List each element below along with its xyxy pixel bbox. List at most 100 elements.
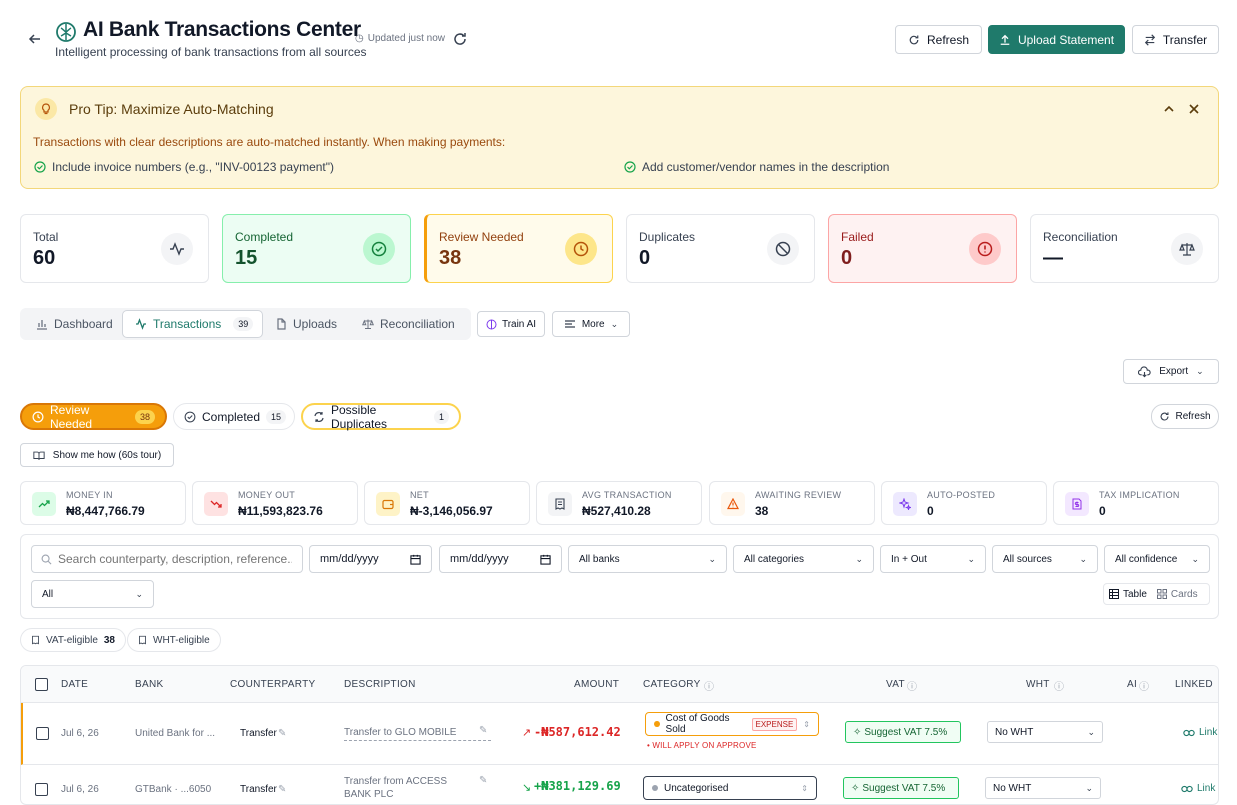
tag-count: 38: [103, 634, 115, 646]
row-wht-select[interactable]: No WHT ⌄: [987, 721, 1103, 743]
row-checkbox[interactable]: [35, 783, 48, 796]
tab-reconciliation[interactable]: Reconciliation: [350, 310, 467, 338]
more-menu-button[interactable]: More ⌄: [552, 311, 630, 337]
summary-card-total[interactable]: Total 60: [20, 214, 209, 283]
receipt-icon: [31, 635, 40, 645]
check-circle-icon: [363, 233, 395, 265]
filter-pill-review-needed[interactable]: Review Needed 38: [20, 403, 167, 431]
row-description[interactable]: Transfer from ACCESS BANK PLC: [344, 775, 454, 801]
sliders-icon: [564, 318, 576, 330]
clock-icon: ◷: [355, 33, 364, 44]
row-link-button[interactable]: Link: [1183, 727, 1217, 738]
bank-select[interactable]: All banks ⌄: [568, 545, 727, 573]
refresh-icon[interactable]: [452, 31, 468, 47]
link-icon: [1181, 784, 1193, 794]
alert-circle-icon: [969, 233, 1001, 265]
table-row[interactable]: Jul 6, 26 United Bank for ... Transfer ✎…: [21, 703, 1218, 765]
source-select[interactable]: All sources ⌄: [992, 545, 1098, 573]
ban-icon: [767, 233, 799, 265]
train-ai-button[interactable]: Train AI: [477, 311, 545, 337]
stat-value: ₦8,447,766.79: [66, 504, 145, 518]
filter-pill-duplicates[interactable]: Possible Duplicates 1: [301, 403, 461, 431]
column-header-description[interactable]: DESCRIPTION: [344, 679, 416, 690]
calendar-icon: [540, 554, 551, 565]
row-category-select[interactable]: Uncategorised ⇕: [643, 776, 817, 800]
row-checkbox[interactable]: [36, 727, 49, 740]
direction-select-value: In + Out: [891, 553, 927, 565]
category-select[interactable]: All categories ⌄: [733, 545, 874, 573]
receipt-icon: [548, 492, 572, 516]
date-from-input[interactable]: mm/dd/yyyy: [309, 545, 432, 573]
view-table-button[interactable]: Table: [1104, 584, 1152, 604]
row-vat-suggestion[interactable]: ✧ Suggest VAT 7.5%: [845, 721, 961, 743]
row-vat-suggestion[interactable]: ✧ Suggest VAT 7.5%: [843, 777, 959, 799]
tab-uploads[interactable]: Uploads: [263, 310, 349, 338]
summary-card-reconciliation[interactable]: Reconciliation —: [1030, 214, 1219, 283]
close-icon[interactable]: [1187, 102, 1201, 116]
chevron-up-icon[interactable]: [1162, 102, 1176, 116]
pencil-icon[interactable]: ✎: [278, 728, 286, 739]
tab-dashboard[interactable]: Dashboard: [24, 310, 125, 338]
status-select[interactable]: All ⌄: [31, 580, 154, 608]
stat-value: 0: [927, 504, 934, 518]
stat-awaiting-review: AWAITING REVIEW 38: [709, 481, 875, 525]
column-header-vat[interactable]: VAT: [886, 679, 905, 690]
row-counterparty[interactable]: Transfer: [240, 728, 277, 739]
pencil-icon[interactable]: ✎: [479, 775, 487, 786]
refresh-small-button[interactable]: Refresh: [1151, 404, 1219, 429]
refresh-icon: [1159, 411, 1170, 422]
select-all-checkbox[interactable]: [35, 678, 48, 691]
stat-label: AWAITING REVIEW: [755, 490, 842, 500]
transfer-button[interactable]: Transfer: [1132, 25, 1219, 54]
export-button[interactable]: Export ⌄: [1123, 359, 1219, 384]
row-category-select[interactable]: Cost of Goods Sold EXPENSE ⇕: [645, 712, 819, 736]
category-value: Cost of Goods Sold: [665, 713, 730, 735]
clock-icon: [32, 411, 44, 423]
table-row[interactable]: Jul 6, 26 GTBank · ...6050 Transfer ✎ Tr…: [21, 765, 1218, 804]
book-open-icon: [33, 450, 45, 461]
stat-net: NET ₦-3,146,056.97: [364, 481, 530, 525]
summary-card-completed[interactable]: Completed 15: [222, 214, 411, 283]
tag-wht-eligible[interactable]: WHT-eligible: [127, 628, 221, 652]
column-header-linked[interactable]: LINKED: [1175, 679, 1213, 690]
column-header-counterparty[interactable]: COUNTERPARTY: [230, 679, 315, 690]
view-table-label: Table: [1123, 588, 1147, 600]
tour-button[interactable]: Show me how (60s tour): [20, 443, 174, 467]
category-note: • WILL APPLY ON APPROVE: [647, 741, 757, 750]
date-to-input[interactable]: mm/dd/yyyy: [439, 545, 562, 573]
tag-vat-eligible[interactable]: VAT-eligible 38: [20, 628, 126, 652]
upload-statement-button[interactable]: Upload Statement: [988, 25, 1125, 54]
column-header-bank[interactable]: BANK: [135, 679, 163, 690]
summary-card-failed[interactable]: Failed 0: [828, 214, 1017, 283]
view-cards-button[interactable]: Cards: [1152, 584, 1203, 604]
back-arrow-icon[interactable]: [26, 30, 44, 48]
row-description[interactable]: Transfer to GLO MOBILE: [344, 727, 491, 741]
pencil-icon[interactable]: ✎: [479, 725, 487, 736]
column-header-wht[interactable]: WHT: [1026, 679, 1050, 690]
column-header-category[interactable]: CATEGORY: [643, 679, 701, 690]
chevron-updown-icon: ⇕: [803, 719, 810, 729]
tag-label: VAT-eligible: [46, 634, 98, 646]
search-input[interactable]: [31, 545, 303, 573]
row-date: Jul 6, 26: [61, 784, 99, 795]
confidence-select[interactable]: All confidence ⌄: [1104, 545, 1210, 573]
category-value: Uncategorised: [664, 782, 729, 794]
tour-label: Show me how (60s tour): [52, 449, 162, 461]
column-header-amount[interactable]: AMOUNT: [574, 679, 619, 690]
summary-card-duplicates[interactable]: Duplicates 0: [626, 214, 815, 283]
row-link-button[interactable]: Link: [1181, 783, 1215, 794]
pencil-icon[interactable]: ✎: [278, 784, 286, 795]
row-wht-select[interactable]: No WHT ⌄: [985, 777, 1101, 799]
tab-transactions[interactable]: Transactions 39: [122, 310, 263, 338]
transfer-button-label: Transfer: [1162, 32, 1208, 47]
row-counterparty[interactable]: Transfer: [240, 784, 277, 795]
refresh-button[interactable]: Refresh: [895, 25, 982, 54]
refresh-button-label: Refresh: [926, 32, 970, 47]
card-value: 15: [235, 247, 258, 269]
filter-pill-completed[interactable]: Completed 15: [173, 403, 295, 430]
column-header-ai[interactable]: AI: [1127, 679, 1137, 690]
direction-select[interactable]: In + Out ⌄: [880, 545, 986, 573]
brain-icon: [55, 21, 77, 43]
column-header-date[interactable]: DATE: [61, 679, 88, 690]
summary-card-review-needed[interactable]: Review Needed 38: [424, 214, 613, 283]
